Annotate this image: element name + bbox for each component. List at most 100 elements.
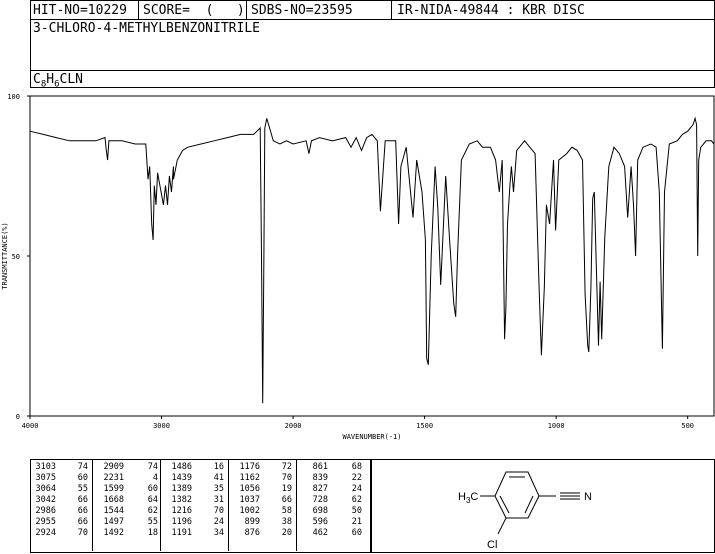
peak-cell: 899 [244, 517, 260, 527]
peak-cell: 16 [213, 462, 224, 472]
x-tick-label: 1500 [416, 422, 433, 430]
y-tick-label: 50 [12, 253, 20, 261]
chloro-bond [497, 517, 507, 535]
column-divider [296, 459, 297, 551]
transmittance-line [29, 116, 715, 404]
peak-cell: 1492 [103, 528, 124, 538]
peak-cell: 21 [351, 517, 362, 527]
peak-cell: 64 [147, 495, 158, 505]
peak-cell: 839 [312, 473, 328, 483]
y-axis-label: TRANSMITTANCE(%) [1, 222, 9, 289]
peak-cell: 3064 [35, 484, 56, 494]
x-tick-label: 2000 [285, 422, 302, 430]
peak-cell: 1599 [103, 484, 124, 494]
structure-box: H3C N Cl [371, 459, 715, 553]
peak-cell: 1497 [103, 517, 124, 527]
peak-cell: 74 [147, 462, 158, 472]
wavenumber-column: 3103 3075 3064 3042 2986 2955 2924 [32, 462, 56, 539]
ir-spectrum-chart: 100500 4000 3000 2000 1500 1000 500 TRANSMITT… [1, 93, 715, 441]
peak-cell: 1191 [171, 528, 192, 538]
peak-cell: 34 [213, 528, 224, 538]
peak-cell: 462 [312, 528, 328, 538]
peak-cell: 827 [312, 484, 328, 494]
x-tick-label: 1000 [548, 422, 565, 430]
x-tick-label: 4000 [22, 422, 39, 430]
peak-cell: 876 [244, 528, 260, 538]
wavenumber-column: 1486 1439 1389 1382 1216 1196 1191 [168, 462, 192, 539]
transmittance-column: 72 70 19 66 58 38 20 [268, 462, 292, 539]
peak-cell: 1216 [171, 506, 192, 516]
peak-cell: 861 [312, 462, 328, 472]
column-divider [160, 459, 161, 551]
peak-cell: 1196 [171, 517, 192, 527]
peak-cell: 66 [281, 495, 292, 505]
y-tick-label: 100 [7, 93, 20, 101]
peak-cell: 70 [213, 506, 224, 516]
transmittance-column: 16 41 35 31 70 24 34 [200, 462, 224, 539]
peak-cell: 698 [312, 506, 328, 516]
peak-cell: 1382 [171, 495, 192, 505]
peak-cell: 58 [281, 506, 292, 516]
double-bond [499, 495, 510, 514]
peak-cell: 3103 [35, 462, 56, 472]
column-divider [92, 459, 93, 551]
peak-cell: 62 [351, 495, 362, 505]
peak-cell: 1389 [171, 484, 192, 494]
peak-cell: 1056 [239, 484, 260, 494]
peak-cell: 74 [77, 462, 88, 472]
peak-cell: 24 [213, 517, 224, 527]
peak-cell: 3042 [35, 495, 56, 505]
structure-diagram: H3C N Cl [458, 471, 592, 551]
wavenumber-column: 1176 1162 1056 1037 1002 899 876 [236, 462, 260, 539]
peak-cell: 1037 [239, 495, 260, 505]
y-tick-label: 0 [16, 413, 20, 421]
peak-cell: 1439 [171, 473, 192, 483]
wavenumber-column: 861 839 827 728 698 596 462 [304, 462, 328, 539]
benzene-ring [494, 471, 540, 519]
methyl-label: H3C [458, 491, 478, 505]
column-divider [228, 459, 229, 551]
x-axis-label: WAVENUMBER(-1) [342, 433, 401, 441]
transmittance-column: 74 60 55 66 66 66 70 [64, 462, 88, 539]
peak-cell: 1162 [239, 473, 260, 483]
peak-cell: 3075 [35, 473, 56, 483]
peak-cell: 1002 [239, 506, 260, 516]
transmittance-column: 68 22 24 62 50 21 60 [338, 462, 362, 539]
peak-cell: 72 [281, 462, 292, 472]
peak-cell: 4 [152, 473, 158, 483]
peak-cell: 55 [147, 517, 158, 527]
peak-cell: 70 [77, 528, 88, 538]
peak-cell: 66 [77, 495, 88, 505]
peak-cell: 41 [213, 473, 224, 483]
peak-cell: 2955 [35, 517, 56, 527]
peak-cell: 2924 [35, 528, 56, 538]
peak-cell: 20 [281, 528, 292, 538]
peak-cell: 1176 [239, 462, 260, 472]
plot-frame [29, 95, 715, 417]
transmittance-column: 74 4 60 64 62 55 18 [134, 462, 158, 539]
chlorine-label: Cl [487, 539, 497, 551]
nitrogen-label: N [584, 491, 592, 503]
peak-cell: 31 [213, 495, 224, 505]
peak-cell: 38 [281, 517, 292, 527]
peak-cell: 60 [147, 484, 158, 494]
peak-cell: 728 [312, 495, 328, 505]
peak-cell: 68 [351, 462, 362, 472]
peak-cell: 596 [312, 517, 328, 527]
peak-cell: 2231 [103, 473, 124, 483]
wavenumber-column: 2909 2231 1599 1668 1544 1497 1492 [100, 462, 124, 539]
peak-cell: 62 [147, 506, 158, 516]
peak-cell: 66 [77, 517, 88, 527]
peak-cell: 22 [351, 473, 362, 483]
peak-cell: 1486 [171, 462, 192, 472]
peak-cell: 55 [77, 484, 88, 494]
peak-cell: 19 [281, 484, 292, 494]
peak-cell: 1544 [103, 506, 124, 516]
peak-cell: 1668 [103, 495, 124, 505]
peak-cell: 2986 [35, 506, 56, 516]
peak-cell: 66 [77, 506, 88, 516]
peak-cell: 2909 [103, 462, 124, 472]
x-tick-label: 500 [681, 422, 694, 430]
x-tick-label: 3000 [153, 422, 170, 430]
peak-cell: 24 [351, 484, 362, 494]
